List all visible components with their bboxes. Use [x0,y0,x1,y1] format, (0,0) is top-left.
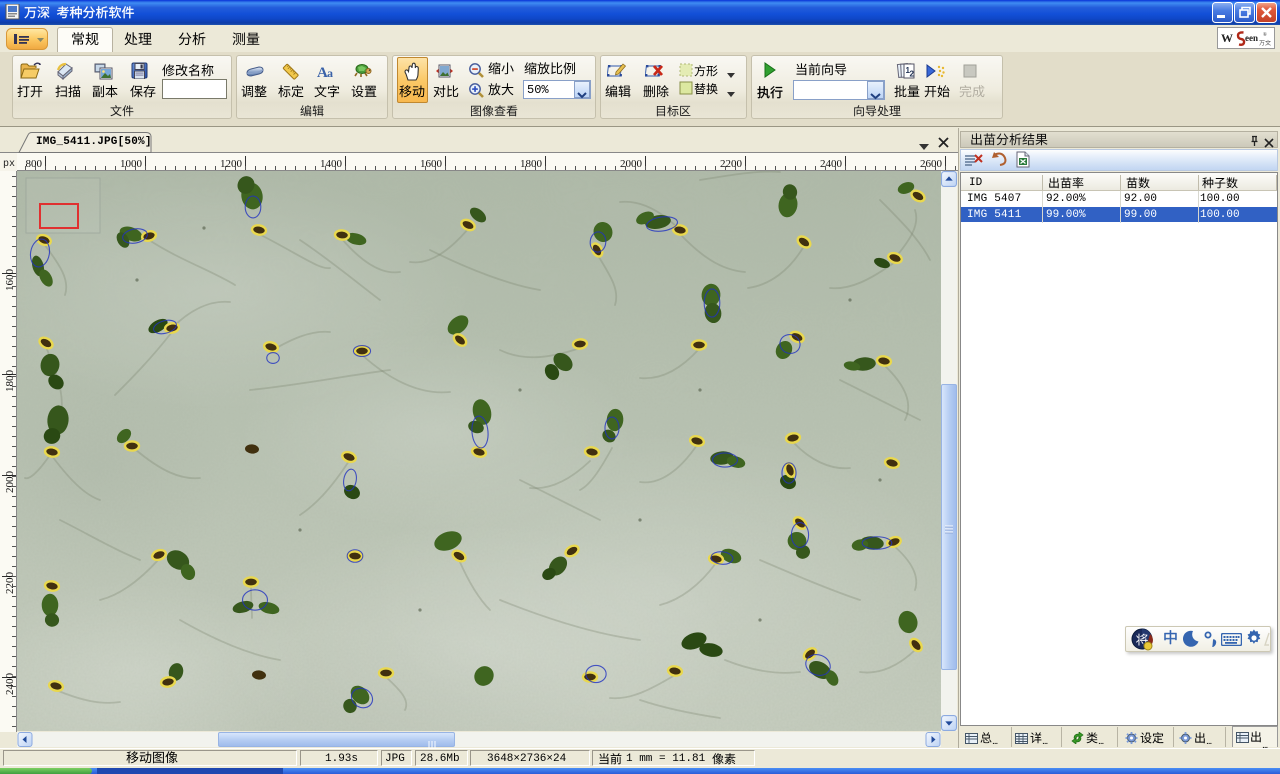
svg-text:1200: 1200 [220,158,243,170]
svg-text:2200: 2200 [720,158,743,170]
svg-text:een: een [1245,33,1258,43]
svg-text:2200: 2200 [4,572,16,595]
svg-text:px: px [3,159,15,170]
svg-text:1600: 1600 [420,158,443,170]
svg-text:2600: 2600 [920,158,943,170]
svg-text:2000: 2000 [4,471,16,494]
svg-text:2000: 2000 [620,158,643,170]
svg-text:1800: 1800 [4,370,16,393]
svg-text:1800: 1800 [520,158,543,170]
svg-text:800: 800 [26,158,43,170]
svg-text:®: ® [1263,32,1267,38]
svg-text:1000: 1000 [120,158,143,170]
svg-text:1400: 1400 [320,158,343,170]
svg-text:2: 2 [910,70,915,79]
svg-text:2400: 2400 [820,158,843,170]
svg-text:2400: 2400 [4,673,16,696]
svg-text:W: W [1221,31,1233,45]
svg-text:1600: 1600 [4,269,16,292]
svg-text:a: a [327,66,333,80]
